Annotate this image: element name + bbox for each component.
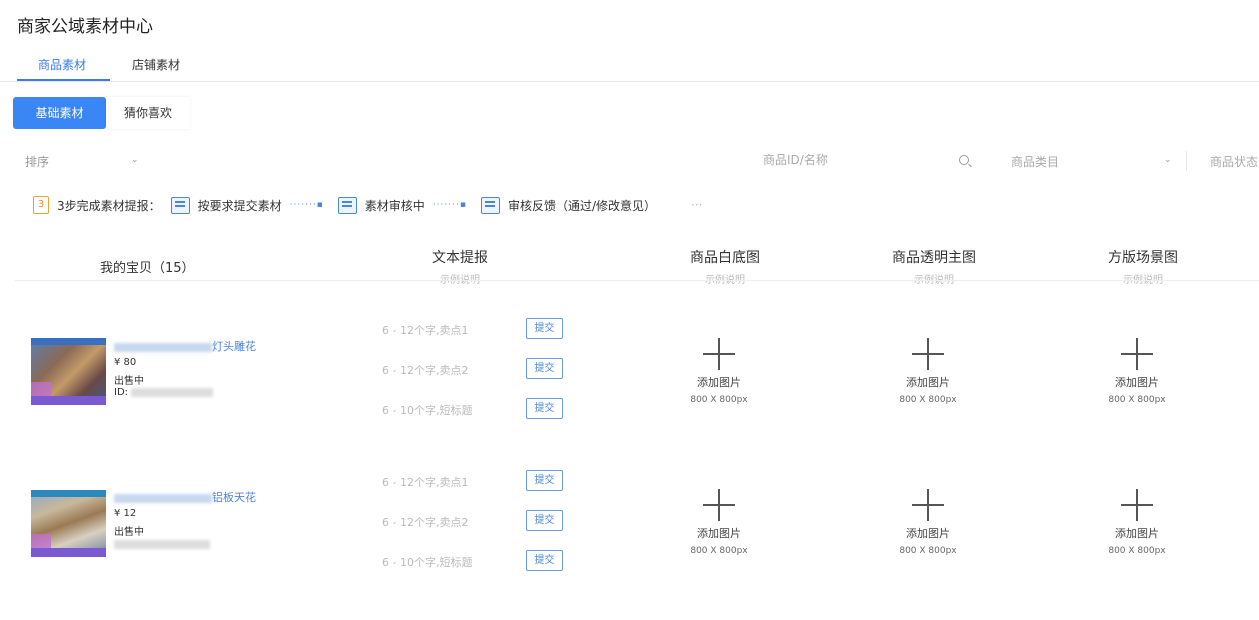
white-bg-example-link[interactable]: 示例说明 bbox=[645, 271, 805, 286]
upload-size: 800 X 800px bbox=[899, 395, 957, 405]
selling-point-2-field[interactable]: 6 - 12个字,卖点2 bbox=[382, 362, 468, 378]
product-thumbnail[interactable] bbox=[31, 490, 106, 557]
search-icon[interactable] bbox=[959, 155, 969, 165]
text-column-example-link[interactable]: 示例说明 bbox=[380, 271, 540, 286]
filter-bar: 排序 ⌄ 商品类目 ⌄ 商品状态 bbox=[13, 145, 1259, 177]
step-1: 按要求提交素材 bbox=[197, 198, 282, 213]
steps-more: ··· bbox=[691, 198, 703, 212]
submit-button[interactable]: 提交 bbox=[526, 510, 563, 531]
upload-size: 800 X 800px bbox=[1108, 546, 1166, 556]
monitor-icon bbox=[337, 196, 357, 214]
table-row: 灯头雕花 ¥ 80 出售中 ID: 6 - 12个字,卖点1 提交 6 - 12… bbox=[0, 310, 1259, 460]
product-id: ID: bbox=[114, 387, 214, 398]
search-box bbox=[751, 145, 983, 177]
square-scene-upload[interactable]: 添加图片 800 X 800px bbox=[1077, 338, 1197, 418]
table-row: 铝板天花 ¥ 12 出售中 6 - 12个字,卖点1 提交 6 - 12个字,卖… bbox=[0, 460, 1259, 610]
product-status: 出售中 bbox=[114, 527, 144, 538]
square-scene-column-title: 方版场景图 bbox=[1108, 250, 1178, 266]
step-3: 审核反馈（通过/修改意见） bbox=[507, 198, 656, 213]
selling-point-2-field[interactable]: 6 - 12个字,卖点2 bbox=[382, 514, 468, 530]
calendar-badge-icon: 3 bbox=[33, 196, 49, 214]
transparent-column-title: 商品透明主图 bbox=[892, 250, 976, 266]
tab-bar: 商品素材 店铺素材 bbox=[0, 48, 1259, 82]
square-scene-upload[interactable]: 添加图片 800 X 800px bbox=[1077, 489, 1197, 569]
upload-label: 添加图片 bbox=[1115, 376, 1159, 389]
product-title[interactable]: 铝板天花 bbox=[114, 489, 256, 505]
product-id bbox=[114, 539, 210, 550]
active-tab-indicator bbox=[17, 79, 110, 81]
header-divider bbox=[15, 280, 1259, 281]
plus-icon bbox=[703, 489, 735, 521]
submit-button[interactable]: 提交 bbox=[526, 398, 563, 419]
search-input[interactable] bbox=[763, 153, 953, 167]
steps-guide: 3 3步完成素材提报： 按要求提交素材 ·······▪ 素材审核中 ·····… bbox=[33, 194, 702, 216]
white-bg-upload[interactable]: 添加图片 800 X 800px bbox=[659, 489, 779, 569]
upload-label: 添加图片 bbox=[697, 376, 741, 389]
submit-button[interactable]: 提交 bbox=[526, 470, 563, 491]
tab-product-material[interactable]: 商品素材 bbox=[38, 56, 86, 73]
step-2: 素材审核中 bbox=[364, 198, 425, 213]
upload-label: 添加图片 bbox=[1115, 527, 1159, 540]
my-items-header: 我的宝贝（15） bbox=[100, 261, 195, 276]
white-bg-upload[interactable]: 添加图片 800 X 800px bbox=[659, 338, 779, 418]
plus-icon bbox=[703, 338, 735, 370]
product-thumbnail[interactable] bbox=[31, 338, 106, 405]
document-icon bbox=[170, 196, 190, 214]
tab-store-material[interactable]: 店铺素材 bbox=[132, 56, 180, 73]
plus-icon bbox=[1121, 489, 1153, 521]
upload-label: 添加图片 bbox=[697, 527, 741, 540]
product-price: ¥ 12 bbox=[114, 508, 137, 519]
plus-icon bbox=[912, 338, 944, 370]
sort-label: 排序 bbox=[25, 155, 50, 169]
segment-control: 基础素材 猜你喜欢 bbox=[13, 97, 191, 129]
category-select[interactable]: 商品类目 ⌄ bbox=[999, 145, 1184, 177]
selling-point-1-field[interactable]: 6 - 12个字,卖点1 bbox=[382, 474, 468, 490]
segment-guess-you-like[interactable]: 猜你喜欢 bbox=[106, 97, 191, 129]
submit-button[interactable]: 提交 bbox=[526, 318, 563, 339]
feedback-icon bbox=[480, 196, 500, 214]
transparent-example-link[interactable]: 示例说明 bbox=[854, 271, 1014, 286]
upload-size: 800 X 800px bbox=[899, 546, 957, 556]
square-scene-example-link[interactable]: 示例说明 bbox=[1063, 271, 1223, 286]
submit-button[interactable]: 提交 bbox=[526, 358, 563, 379]
upload-size: 800 X 800px bbox=[1108, 395, 1166, 405]
submit-button[interactable]: 提交 bbox=[526, 550, 563, 571]
plus-icon bbox=[912, 489, 944, 521]
short-title-field[interactable]: 6 - 10个字,短标题 bbox=[382, 554, 472, 570]
white-bg-column-title: 商品白底图 bbox=[690, 250, 760, 266]
step-connector: ·······▪ bbox=[432, 200, 467, 210]
transparent-upload[interactable]: 添加图片 800 X 800px bbox=[868, 338, 988, 418]
upload-size: 800 X 800px bbox=[690, 546, 748, 556]
status-select[interactable]: 商品状态 bbox=[1210, 153, 1258, 170]
text-column-title: 文本提报 bbox=[432, 250, 488, 266]
page-title: 商家公域素材中心 bbox=[17, 17, 153, 37]
plus-icon bbox=[1121, 338, 1153, 370]
steps-intro: 3步完成素材提报： bbox=[57, 198, 161, 213]
category-label: 商品类目 bbox=[1011, 155, 1060, 169]
short-title-field[interactable]: 6 - 10个字,短标题 bbox=[382, 402, 472, 418]
sort-select[interactable]: 排序 ⌄ bbox=[13, 145, 143, 177]
chevron-down-icon: ⌄ bbox=[1164, 155, 1172, 165]
selling-point-1-field[interactable]: 6 - 12个字,卖点1 bbox=[382, 322, 468, 338]
upload-size: 800 X 800px bbox=[690, 395, 748, 405]
product-status: 出售中 bbox=[114, 376, 144, 387]
step-connector: ·······▪ bbox=[289, 200, 324, 210]
upload-label: 添加图片 bbox=[906, 376, 950, 389]
chevron-down-icon: ⌄ bbox=[131, 155, 139, 165]
upload-label: 添加图片 bbox=[906, 527, 950, 540]
product-title[interactable]: 灯头雕花 bbox=[114, 338, 256, 354]
segment-basic-material[interactable]: 基础素材 bbox=[13, 97, 106, 129]
divider bbox=[1186, 151, 1187, 171]
product-price: ¥ 80 bbox=[114, 357, 137, 368]
transparent-upload[interactable]: 添加图片 800 X 800px bbox=[868, 489, 988, 569]
